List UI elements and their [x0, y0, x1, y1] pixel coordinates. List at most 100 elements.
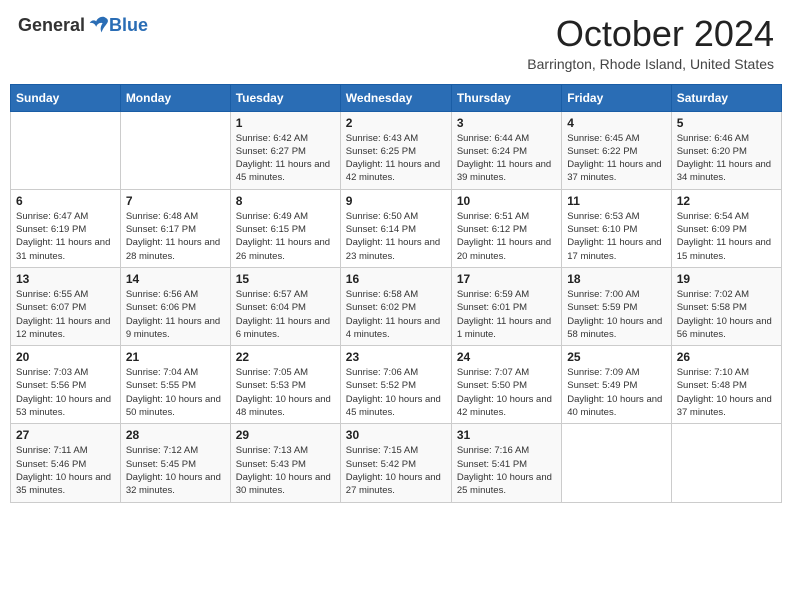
- day-info: Sunrise: 6:45 AMSunset: 6:22 PMDaylight:…: [567, 132, 665, 185]
- day-info: Sunrise: 6:53 AMSunset: 6:10 PMDaylight:…: [567, 210, 665, 263]
- calendar-cell: [11, 111, 121, 189]
- calendar-cell: 24 Sunrise: 7:07 AMSunset: 5:50 PMDayligh…: [451, 346, 561, 424]
- logo-area: General Blue: [18, 14, 148, 36]
- day-info: Sunrise: 6:46 AMSunset: 6:20 PMDaylight:…: [677, 132, 776, 185]
- day-info: Sunrise: 6:42 AMSunset: 6:27 PMDaylight:…: [236, 132, 335, 185]
- title-area: October 2024 Barrington, Rhode Island, U…: [527, 14, 774, 72]
- weekday-header-friday: Friday: [562, 84, 671, 111]
- calendar-cell: 13 Sunrise: 6:55 AMSunset: 6:07 PMDayligh…: [11, 267, 121, 345]
- day-number: 1: [236, 116, 335, 130]
- day-number: 11: [567, 194, 665, 208]
- day-info: Sunrise: 7:02 AMSunset: 5:58 PMDaylight:…: [677, 288, 776, 341]
- day-info: Sunrise: 6:57 AMSunset: 6:04 PMDaylight:…: [236, 288, 335, 341]
- day-number: 18: [567, 272, 665, 286]
- logo: General Blue: [18, 14, 148, 36]
- day-info: Sunrise: 6:43 AMSunset: 6:25 PMDaylight:…: [346, 132, 446, 185]
- month-title: October 2024: [527, 14, 774, 54]
- day-info: Sunrise: 7:12 AMSunset: 5:45 PMDaylight:…: [126, 444, 225, 497]
- day-info: Sunrise: 7:07 AMSunset: 5:50 PMDaylight:…: [457, 366, 556, 419]
- week-row-4: 20 Sunrise: 7:03 AMSunset: 5:56 PMDayligh…: [11, 346, 782, 424]
- weekday-header-sunday: Sunday: [11, 84, 121, 111]
- calendar-cell: 26 Sunrise: 7:10 AMSunset: 5:48 PMDayligh…: [671, 346, 781, 424]
- day-number: 6: [16, 194, 115, 208]
- calendar-cell: 15 Sunrise: 6:57 AMSunset: 6:04 PMDayligh…: [230, 267, 340, 345]
- location-title: Barrington, Rhode Island, United States: [527, 56, 774, 72]
- day-number: 24: [457, 350, 556, 364]
- calendar-cell: 30Sunrise: 7:15 AMSunset: 5:42 PMDayligh…: [340, 424, 451, 502]
- logo-blue-text: Blue: [109, 15, 148, 36]
- weekday-header-monday: Monday: [120, 84, 230, 111]
- weekday-header-saturday: Saturday: [671, 84, 781, 111]
- day-info: Sunrise: 7:16 AMSunset: 5:41 PMDaylight:…: [457, 444, 556, 497]
- calendar-cell: 16Sunrise: 6:58 AMSunset: 6:02 PMDayligh…: [340, 267, 451, 345]
- day-info: Sunrise: 6:47 AMSunset: 6:19 PMDaylight:…: [16, 210, 115, 263]
- day-number: 25: [567, 350, 665, 364]
- day-info: Sunrise: 7:03 AMSunset: 5:56 PMDaylight:…: [16, 366, 115, 419]
- week-row-1: 1 Sunrise: 6:42 AMSunset: 6:27 PMDaylight…: [11, 111, 782, 189]
- logo-bird-icon: [87, 14, 109, 36]
- calendar-cell: 22 Sunrise: 7:05 AMSunset: 5:53 PMDayligh…: [230, 346, 340, 424]
- day-number: 19: [677, 272, 776, 286]
- day-number: 27: [16, 428, 115, 442]
- day-number: 30: [346, 428, 446, 442]
- day-number: 29: [236, 428, 335, 442]
- day-info: Sunrise: 6:48 AMSunset: 6:17 PMDaylight:…: [126, 210, 225, 263]
- calendar-cell: 2 Sunrise: 6:43 AMSunset: 6:25 PMDaylight…: [340, 111, 451, 189]
- day-info: Sunrise: 6:51 AMSunset: 6:12 PMDaylight:…: [457, 210, 556, 263]
- day-info: Sunrise: 7:06 AMSunset: 5:52 PMDaylight:…: [346, 366, 446, 419]
- calendar-cell: 6 Sunrise: 6:47 AMSunset: 6:19 PMDaylight…: [11, 189, 121, 267]
- calendar-cell: 3Sunrise: 6:44 AMSunset: 6:24 PMDaylight…: [451, 111, 561, 189]
- day-number: 26: [677, 350, 776, 364]
- day-info: Sunrise: 6:54 AMSunset: 6:09 PMDaylight:…: [677, 210, 776, 263]
- day-info: Sunrise: 7:10 AMSunset: 5:48 PMDaylight:…: [677, 366, 776, 419]
- day-info: Sunrise: 6:50 AMSunset: 6:14 PMDaylight:…: [346, 210, 446, 263]
- calendar-cell: 27Sunrise: 7:11 AMSunset: 5:46 PMDayligh…: [11, 424, 121, 502]
- day-number: 23: [346, 350, 446, 364]
- weekday-header-thursday: Thursday: [451, 84, 561, 111]
- day-number: 8: [236, 194, 335, 208]
- calendar-cell: [671, 424, 781, 502]
- day-number: 7: [126, 194, 225, 208]
- header: General Blue October 2024 Barrington, Rh…: [10, 10, 782, 76]
- calendar-cell: 11 Sunrise: 6:53 AMSunset: 6:10 PMDayligh…: [562, 189, 671, 267]
- day-number: 5: [677, 116, 776, 130]
- day-number: 14: [126, 272, 225, 286]
- day-number: 2: [346, 116, 446, 130]
- week-row-3: 13 Sunrise: 6:55 AMSunset: 6:07 PMDayligh…: [11, 267, 782, 345]
- calendar-cell: 31 Sunrise: 7:16 AMSunset: 5:41 PMDayligh…: [451, 424, 561, 502]
- day-info: Sunrise: 6:49 AMSunset: 6:15 PMDaylight:…: [236, 210, 335, 263]
- calendar-cell: 1 Sunrise: 6:42 AMSunset: 6:27 PMDaylight…: [230, 111, 340, 189]
- calendar-cell: 4 Sunrise: 6:45 AMSunset: 6:22 PMDaylight…: [562, 111, 671, 189]
- day-number: 13: [16, 272, 115, 286]
- calendar-cell: 21Sunrise: 7:04 AMSunset: 5:55 PMDayligh…: [120, 346, 230, 424]
- day-info: Sunrise: 7:05 AMSunset: 5:53 PMDaylight:…: [236, 366, 335, 419]
- day-number: 15: [236, 272, 335, 286]
- calendar-cell: 10 Sunrise: 6:51 AMSunset: 6:12 PMDayligh…: [451, 189, 561, 267]
- logo-general-text: General: [18, 15, 85, 36]
- day-number: 4: [567, 116, 665, 130]
- day-number: 22: [236, 350, 335, 364]
- calendar-cell: 14Sunrise: 6:56 AMSunset: 6:06 PMDayligh…: [120, 267, 230, 345]
- weekday-header-row: SundayMondayTuesdayWednesdayThursdayFrid…: [11, 84, 782, 111]
- day-number: 9: [346, 194, 446, 208]
- calendar-cell: 12 Sunrise: 6:54 AMSunset: 6:09 PMDayligh…: [671, 189, 781, 267]
- calendar-cell: 17Sunrise: 6:59 AMSunset: 6:01 PMDayligh…: [451, 267, 561, 345]
- day-number: 10: [457, 194, 556, 208]
- day-info: Sunrise: 7:09 AMSunset: 5:49 PMDaylight:…: [567, 366, 665, 419]
- calendar-cell: 28Sunrise: 7:12 AMSunset: 5:45 PMDayligh…: [120, 424, 230, 502]
- day-number: 20: [16, 350, 115, 364]
- calendar-cell: 20 Sunrise: 7:03 AMSunset: 5:56 PMDayligh…: [11, 346, 121, 424]
- day-info: Sunrise: 6:55 AMSunset: 6:07 PMDaylight:…: [16, 288, 115, 341]
- day-number: 17: [457, 272, 556, 286]
- day-number: 12: [677, 194, 776, 208]
- calendar-cell: 23 Sunrise: 7:06 AMSunset: 5:52 PMDayligh…: [340, 346, 451, 424]
- day-info: Sunrise: 6:44 AMSunset: 6:24 PMDaylight:…: [457, 132, 556, 185]
- day-number: 31: [457, 428, 556, 442]
- week-row-5: 27Sunrise: 7:11 AMSunset: 5:46 PMDayligh…: [11, 424, 782, 502]
- day-number: 16: [346, 272, 446, 286]
- weekday-header-wednesday: Wednesday: [340, 84, 451, 111]
- calendar-cell: 25 Sunrise: 7:09 AMSunset: 5:49 PMDayligh…: [562, 346, 671, 424]
- day-info: Sunrise: 7:13 AMSunset: 5:43 PMDaylight:…: [236, 444, 335, 497]
- calendar-cell: 5 Sunrise: 6:46 AMSunset: 6:20 PMDaylight…: [671, 111, 781, 189]
- calendar-cell: 8 Sunrise: 6:49 AMSunset: 6:15 PMDaylight…: [230, 189, 340, 267]
